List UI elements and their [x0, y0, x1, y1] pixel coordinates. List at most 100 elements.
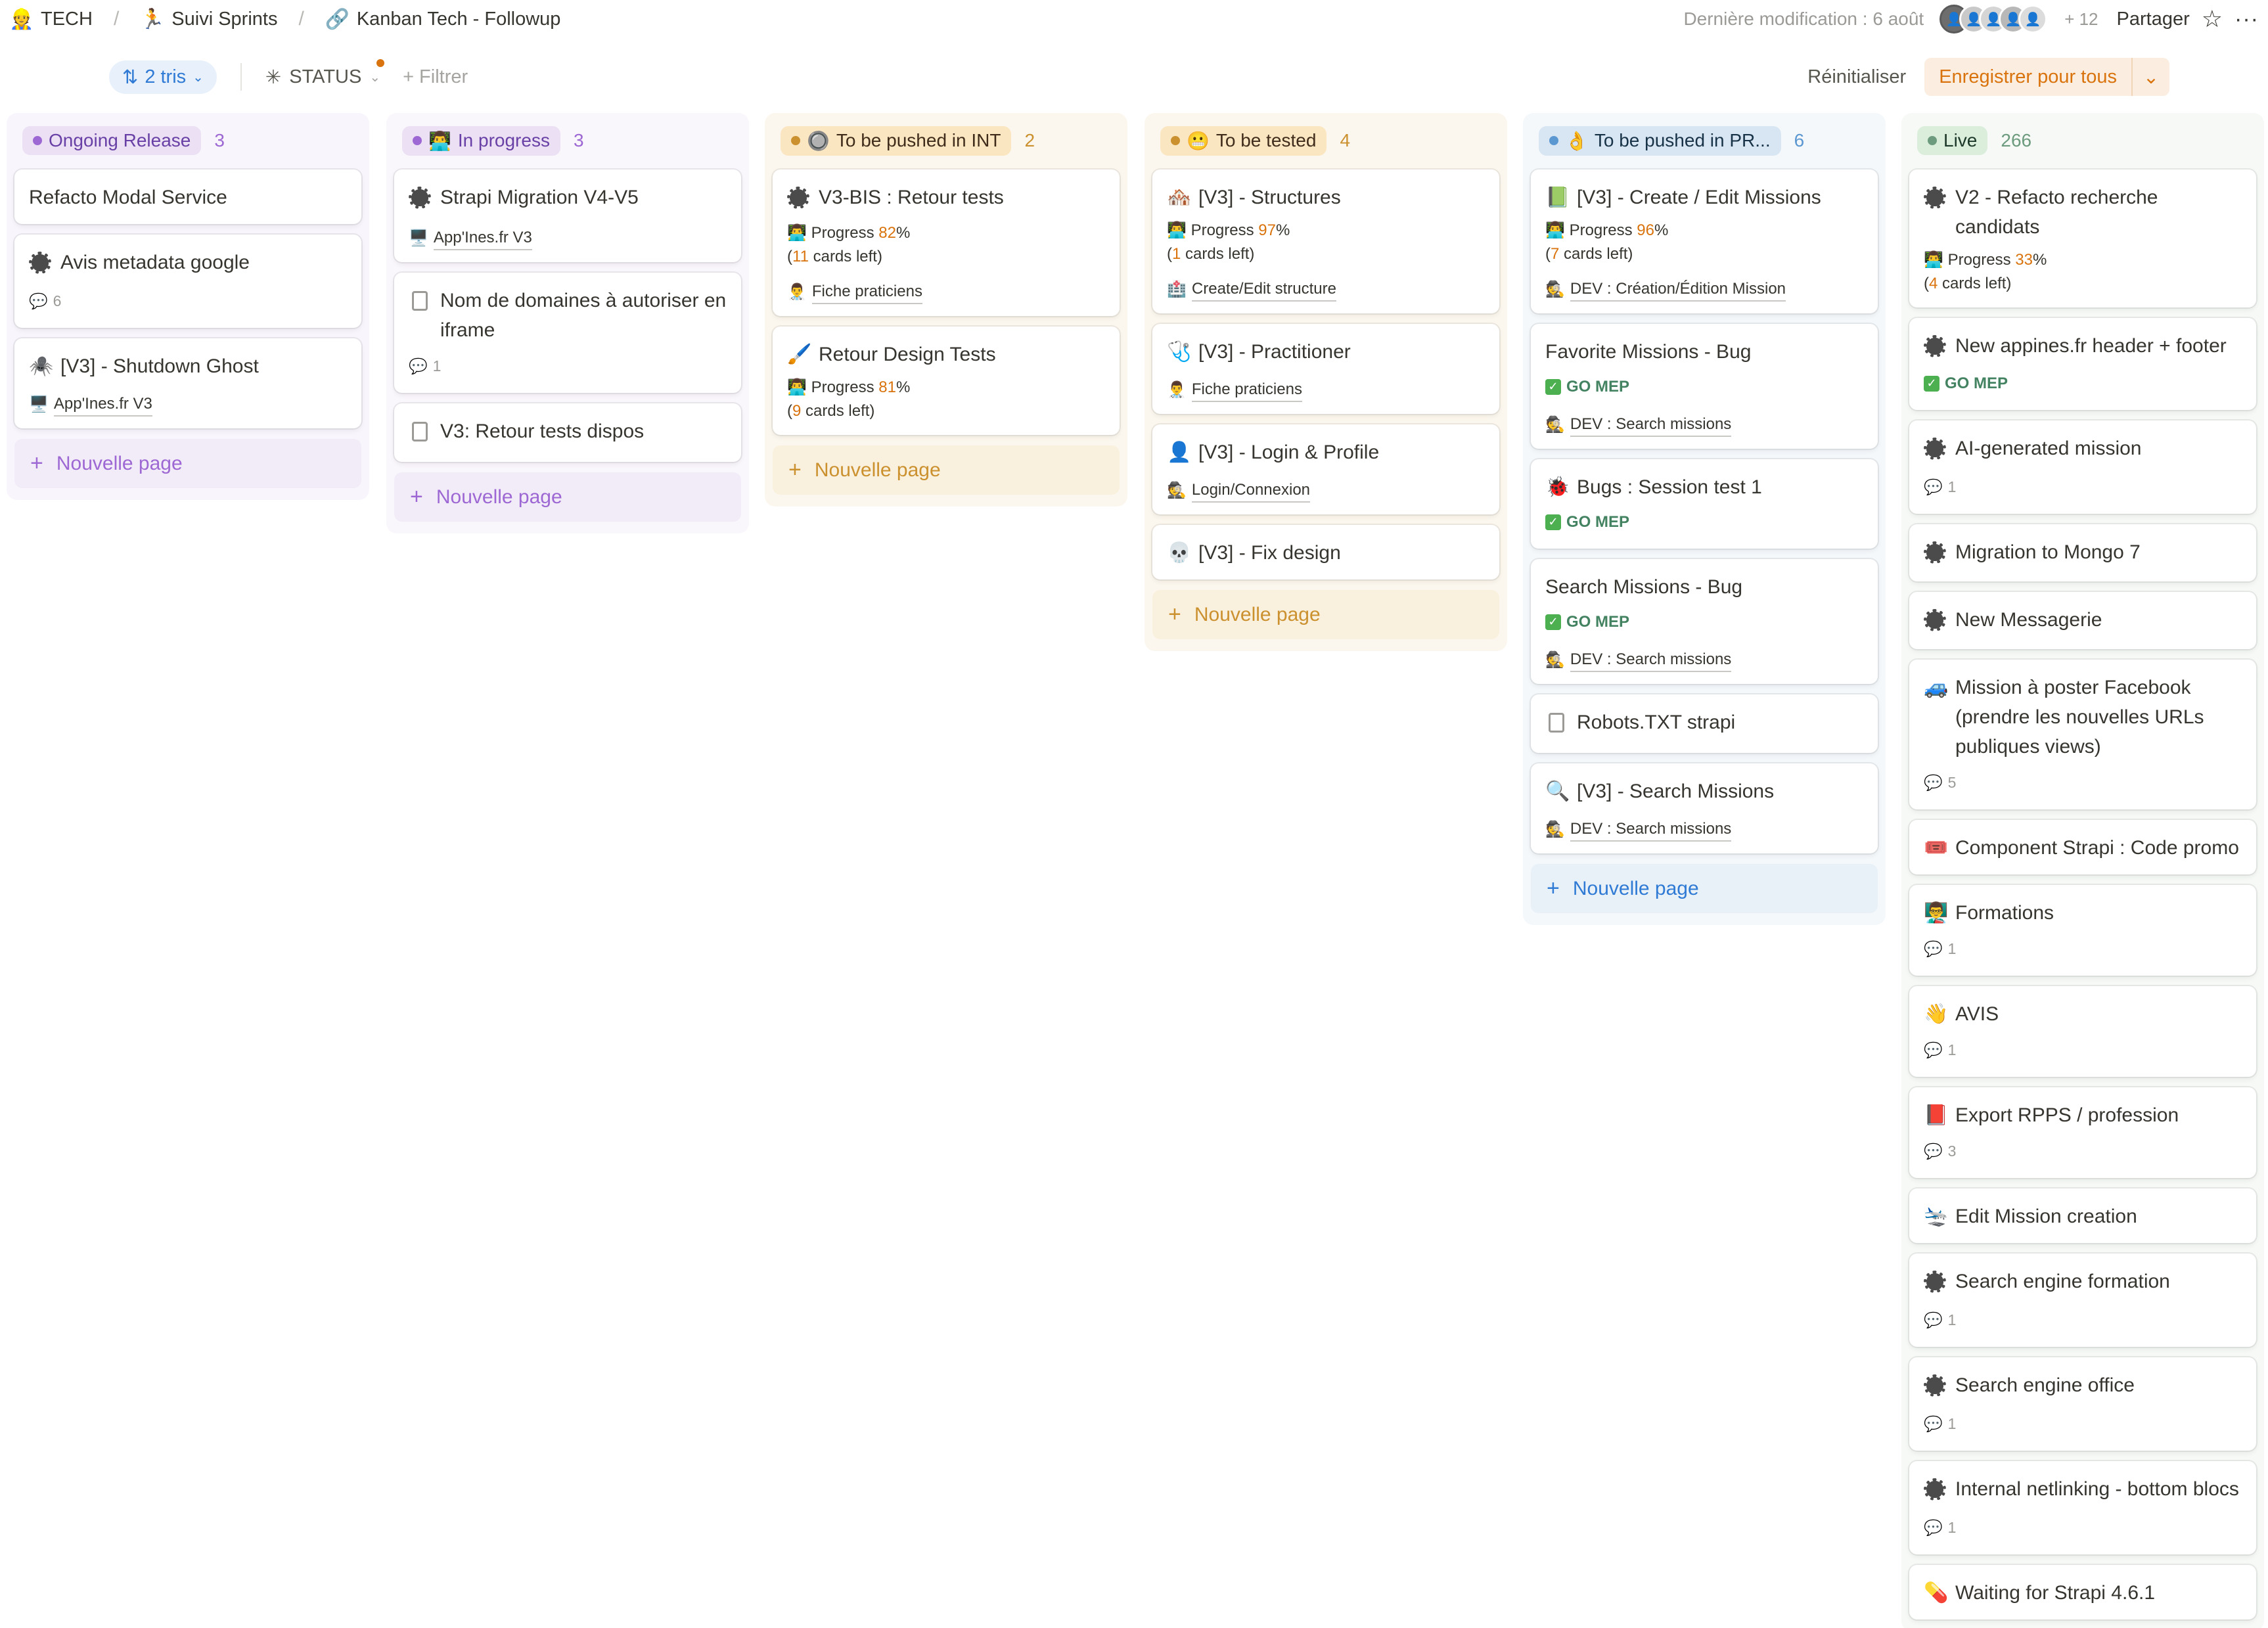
reset-button[interactable]: Réinitialiser: [1807, 66, 1906, 88]
kanban-card[interactable]: Avis metadata google 💬 6: [14, 235, 361, 328]
kanban-card[interactable]: V3-BIS : Retour tests 👨‍💻 Progress 82% (11…: [773, 170, 1120, 316]
relation-link[interactable]: 👨‍⚕️ Fiche praticiens: [1167, 378, 1485, 402]
new-page-label: Nouvelle page: [1194, 603, 1321, 625]
group-by-status-button[interactable]: ✳ STATUS ⌄: [265, 58, 385, 89]
relation-link[interactable]: 🖥️ App'Ines.fr V3: [29, 393, 347, 417]
relation-label[interactable]: DEV : Search missions: [1570, 818, 1732, 842]
cards-left-label: cards left): [801, 402, 875, 420]
relation-label[interactable]: DEV : Search missions: [1570, 413, 1732, 437]
relation-link[interactable]: 🖥️ App'Ines.fr V3: [409, 227, 727, 250]
kanban-card[interactable]: V3: Retour tests dispos: [394, 403, 741, 462]
kanban-card[interactable]: 📗 [V3] - Create / Edit Missions 👨‍💻 Progre…: [1531, 170, 1878, 313]
view-toolbar: ⇅ 2 tris ⌄ ✳ STATUS ⌄ + Filtrer Réinitia…: [0, 54, 2268, 100]
new-page-button[interactable]: + Nouvelle page: [773, 445, 1120, 495]
relation-label[interactable]: Fiche praticiens: [1191, 378, 1302, 402]
relation-label[interactable]: Login/Connexion: [1191, 479, 1311, 503]
kanban-card[interactable]: V2 - Refacto recherche candidats 👨‍💻 Prog…: [1909, 170, 2256, 307]
percent-sign: %: [1275, 221, 1290, 239]
kanban-card[interactable]: Refacto Modal Service: [14, 170, 361, 224]
breadcrumb-item-kanban[interactable]: 🔗 Kanban Tech - Followup: [325, 8, 561, 31]
kanban-card[interactable]: Migration to Mongo 7: [1909, 524, 2256, 581]
relation-link[interactable]: 🕵️ Login/Connexion: [1167, 479, 1485, 503]
status-tag[interactable]: 😬 To be tested: [1160, 125, 1327, 156]
avatar[interactable]: 👤: [2018, 5, 2048, 34]
filter-button[interactable]: + Filtrer: [403, 66, 468, 88]
card-title-text: Formations: [1955, 902, 2054, 924]
relation-label[interactable]: Create/Edit structure: [1191, 278, 1336, 302]
new-page-button[interactable]: + Nouvelle page: [394, 472, 741, 522]
emoji-icon: 🕷️: [29, 355, 54, 377]
gear-icon: [1924, 541, 1946, 564]
status-tag[interactable]: 🔘 To be pushed in INT: [781, 125, 1012, 156]
relation-link[interactable]: 🏥 Create/Edit structure: [1167, 278, 1485, 302]
collaborator-avatars[interactable]: 👤 👤 👤 👤 👤: [1939, 5, 2048, 34]
breadcrumb-item-tech[interactable]: 👷 TECH: [9, 8, 93, 31]
kanban-card[interactable]: Favorite Missions - Bug ✓ GO MEP 🕵️ DEV : Se…: [1531, 324, 1878, 449]
kanban-card[interactable]: 💊 Waiting for Strapi 4.6.1: [1909, 1565, 2256, 1619]
kanban-card[interactable]: New appines.fr header + footer ✓ GO MEP: [1909, 318, 2256, 410]
breadcrumb-item-suivi-sprints[interactable]: 🏃 Suivi Sprints: [140, 8, 277, 31]
relation-label[interactable]: DEV : Search missions: [1570, 648, 1732, 672]
kanban-card[interactable]: 📕 Export RPPS / profession 💬 3: [1909, 1087, 2256, 1178]
new-page-button[interactable]: + Nouvelle page: [1152, 590, 1499, 639]
new-page-button[interactable]: + Nouvelle page: [1531, 864, 1878, 913]
status-tag[interactable]: Live: [1917, 126, 1988, 155]
kanban-card[interactable]: Strapi Migration V4-V5 🖥️ App'Ines.fr V3: [394, 170, 741, 262]
relation-label[interactable]: App'Ines.fr V3: [433, 227, 532, 250]
kanban-card[interactable]: Search Missions - Bug ✓ GO MEP 🕵️ DEV : Sear…: [1531, 559, 1878, 684]
new-page-button[interactable]: + Nouvelle page: [14, 439, 361, 488]
kanban-card[interactable]: Internal netlinking - bottom blocs 💬 1: [1909, 1461, 2256, 1554]
status-tag[interactable]: 👌 To be pushed in PR...: [1539, 125, 1781, 156]
chevron-down-icon[interactable]: ⌄: [2131, 58, 2169, 96]
comment-icon: 💬: [1924, 1142, 1943, 1160]
plus-icon: +: [788, 457, 802, 482]
relation-link[interactable]: 🕵️ DEV : Search missions: [1545, 648, 1863, 672]
save-for-all-button[interactable]: Enregistrer pour tous ⌄: [1924, 58, 2169, 96]
checkmark-icon: ✓: [1924, 375, 1939, 392]
kanban-card[interactable]: 🎟️ Component Strapi : Code promo: [1909, 820, 2256, 874]
kanban-card[interactable]: 🛬 Edit Mission creation: [1909, 1188, 2256, 1243]
kanban-card[interactable]: 🔍 [V3] - Search Missions 🕵️ DEV : Search mi…: [1531, 763, 1878, 853]
kanban-card[interactable]: Search engine office 💬 1: [1909, 1357, 2256, 1451]
card-title-text: Edit Mission creation: [1955, 1206, 2137, 1227]
kanban-card[interactable]: 👤 [V3] - Login & Profile 🕵️ Login/Connexion: [1152, 424, 1499, 514]
relation-link[interactable]: 🕵️ DEV : Search missions: [1545, 413, 1863, 437]
relation-label[interactable]: DEV : Création/Édition Mission: [1570, 278, 1786, 302]
card-title: Robots.TXT strapi: [1545, 708, 1863, 741]
status-tag[interactable]: 👨‍💻 In progress: [402, 125, 560, 156]
kanban-card[interactable]: AI-generated mission 💬 1: [1909, 420, 2256, 514]
kanban-card[interactable]: 💀 [V3] - Fix design: [1152, 525, 1499, 579]
relation-link[interactable]: 🕵️ DEV : Création/Édition Mission: [1545, 278, 1863, 302]
status-emoji-icon: 😬: [1187, 130, 1210, 151]
kanban-card[interactable]: 🐞 Bugs : Session test 1 ✓ GO MEP: [1531, 459, 1878, 549]
kanban-card[interactable]: 👨‍🏫 Formations 💬 1: [1909, 885, 2256, 976]
page-icon: [787, 183, 809, 215]
kanban-card[interactable]: Nom de domaines à autoriser en iframe 💬 1: [394, 273, 741, 393]
status-emoji-icon: 🔘: [807, 130, 830, 151]
kanban-card[interactable]: 🏘️ [V3] - Structures 👨‍💻 Progress 97% (1 ca…: [1152, 170, 1499, 313]
kanban-card[interactable]: Robots.TXT strapi: [1531, 694, 1878, 753]
kanban-card[interactable]: 🕷️ [V3] - Shutdown Ghost 🖥️ App'Ines.fr V3: [14, 338, 361, 428]
star-icon[interactable]: ☆: [2202, 5, 2223, 33]
column-header: 👨‍💻 In progress 3: [394, 122, 741, 159]
kanban-card[interactable]: Search engine formation 💬 1: [1909, 1254, 2256, 1347]
relation-link[interactable]: 🕵️ DEV : Search missions: [1545, 818, 1863, 842]
go-mep-label: GO MEP: [1566, 613, 1630, 631]
share-button[interactable]: Partager: [2117, 9, 2190, 30]
kanban-card[interactable]: 🖌️ Retour Design Tests 👨‍💻 Progress 81% (9 …: [773, 327, 1120, 435]
kanban-card[interactable]: 👋 AVIS 💬 1: [1909, 986, 2256, 1077]
relation-label[interactable]: App'Ines.fr V3: [53, 393, 152, 417]
more-options-icon[interactable]: ···: [2234, 7, 2259, 32]
more-collaborators-count[interactable]: + 12: [2064, 9, 2098, 30]
progress-info: 👨‍💻 Progress 33% (4 cards left): [1924, 248, 2242, 296]
status-emoji-icon: 👨‍💻: [428, 130, 451, 151]
column-header: 😬 To be tested 4: [1152, 122, 1499, 159]
kanban-card[interactable]: New Messagerie: [1909, 592, 2256, 649]
kanban-card[interactable]: 🩺 [V3] - Practitioner 👨‍⚕️ Fiche praticiens: [1152, 324, 1499, 414]
sort-button[interactable]: ⇅ 2 tris ⌄: [109, 60, 217, 94]
save-label[interactable]: Enregistrer pour tous: [1924, 58, 2131, 96]
relation-link[interactable]: 👨‍⚕️ Fiche praticiens: [787, 281, 1105, 304]
kanban-card[interactable]: 🚙 Mission à poster Facebook (prendre les …: [1909, 660, 2256, 809]
status-tag[interactable]: Ongoing Release: [22, 126, 202, 155]
relation-label[interactable]: Fiche praticiens: [811, 281, 922, 304]
